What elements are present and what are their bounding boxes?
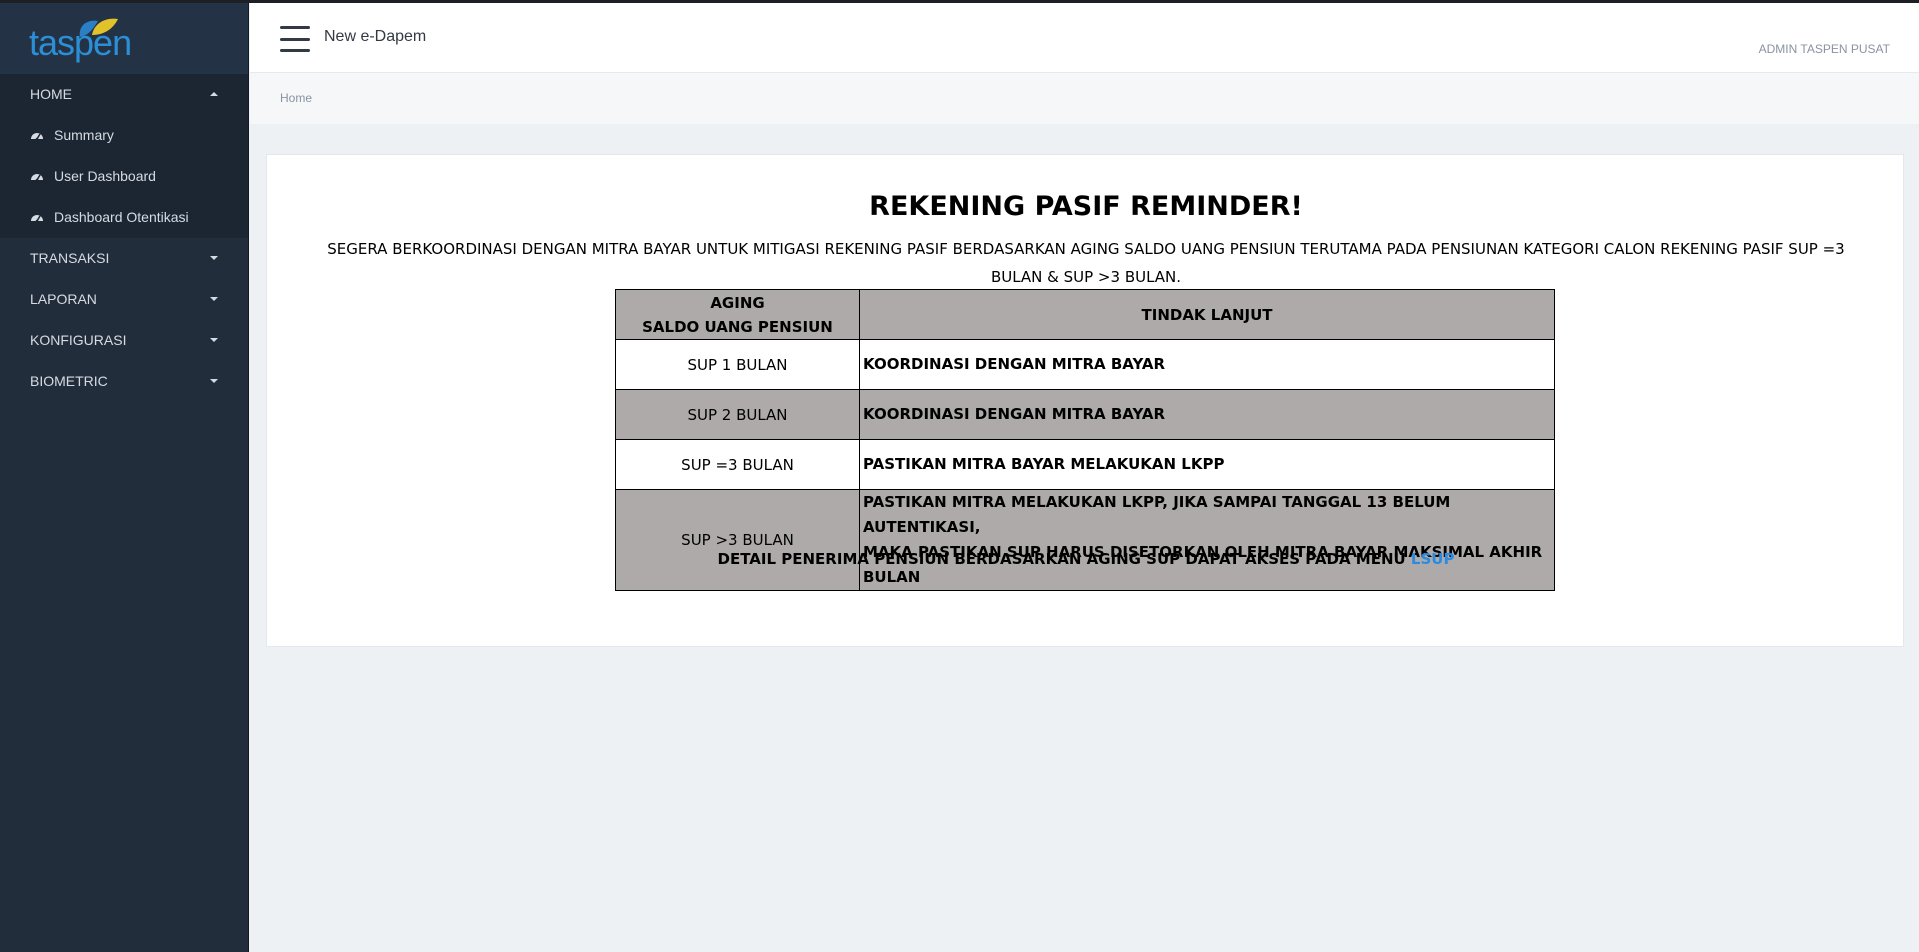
sidebar-item-label: BIOMETRIC bbox=[30, 373, 108, 389]
action-cell: KOORDINASI DENGAN MITRA BAYAR bbox=[859, 339, 1555, 390]
sidebar-item-konfigurasi[interactable]: KONFIGURASI bbox=[0, 320, 248, 361]
caret-up-icon bbox=[210, 92, 218, 96]
logo-text: taspen bbox=[29, 22, 132, 63]
caret-down-icon bbox=[210, 379, 218, 383]
hamburger-line bbox=[280, 49, 310, 52]
header-tindak-lanjut: TINDAK LANJUT bbox=[859, 289, 1555, 340]
table-header-row: AGING SALDO UANG PENSIUN TINDAK LANJUT bbox=[615, 289, 1555, 340]
breadcrumb-bar: Home bbox=[250, 73, 1919, 124]
hamburger-menu-icon[interactable] bbox=[280, 26, 310, 52]
table-row: SUP 1 BULAN KOORDINASI DENGAN MITRA BAYA… bbox=[615, 339, 1555, 390]
home-submenu: Summary User Dashboard Dashboard Otentik… bbox=[0, 115, 248, 238]
hamburger-line bbox=[280, 26, 310, 29]
sidebar: taspen HOME Summary User Dashboard Dashb… bbox=[0, 3, 249, 952]
caret-down-icon bbox=[210, 297, 218, 301]
aging-cell: SUP 2 BULAN bbox=[615, 389, 860, 440]
sidebar-item-label: User Dashboard bbox=[54, 168, 156, 184]
aging-cell: SUP >3 BULAN bbox=[615, 489, 860, 591]
aging-table: AGING SALDO UANG PENSIUN TINDAK LANJUT S… bbox=[615, 289, 1555, 591]
footer-text: DETAIL PENERIMA PENSIUN BERDASARKAN AGIN… bbox=[717, 550, 1411, 568]
logo-area[interactable]: taspen bbox=[0, 3, 248, 74]
sidebar-item-dashboard-otentikasi[interactable]: Dashboard Otentikasi bbox=[0, 197, 248, 238]
header-aging-line1: AGING bbox=[710, 293, 765, 312]
reminder-card: REKENING PASIF REMINDER! SEGERA BERKOORD… bbox=[266, 154, 1904, 647]
sidebar-item-laporan[interactable]: LAPORAN bbox=[0, 279, 248, 320]
sidebar-item-label: Dashboard Otentikasi bbox=[54, 209, 189, 225]
action-cell: PASTIKAN MITRA MELAKUKAN LKPP, JIKA SAMP… bbox=[859, 489, 1555, 591]
sidebar-item-label: HOME bbox=[30, 86, 72, 102]
caret-down-icon bbox=[210, 338, 218, 342]
footer-note: DETAIL PENERIMA PENSIUN BERDASARKAN AGIN… bbox=[267, 550, 1905, 568]
header-aging: AGING SALDO UANG PENSIUN bbox=[615, 289, 860, 340]
sidebar-item-transaksi[interactable]: TRANSAKSI bbox=[0, 238, 248, 279]
sidebar-item-label: TRANSAKSI bbox=[30, 250, 110, 266]
dashboard-icon bbox=[30, 170, 44, 184]
action-line: PASTIKAN MITRA MELAKUKAN LKPP, JIKA SAMP… bbox=[863, 493, 1451, 536]
top-header: New e-Dapem ADMIN TASPEN PUSAT bbox=[250, 3, 1919, 73]
action-cell: PASTIKAN MITRA BAYAR MELAKUKAN LKPP bbox=[859, 439, 1555, 490]
breadcrumb-home[interactable]: Home bbox=[280, 91, 312, 105]
hamburger-line bbox=[280, 37, 310, 41]
table-row: SUP 2 BULAN KOORDINASI DENGAN MITRA BAYA… bbox=[615, 389, 1555, 440]
user-menu[interactable]: ADMIN TASPEN PUSAT bbox=[1759, 42, 1890, 56]
app-title: New e-Dapem bbox=[324, 28, 427, 45]
sidebar-item-biometric[interactable]: BIOMETRIC bbox=[0, 361, 248, 402]
action-cell: KOORDINASI DENGAN MITRA BAYAR bbox=[859, 389, 1555, 440]
sidebar-item-label: LAPORAN bbox=[30, 291, 97, 307]
sidebar-menu: HOME Summary User Dashboard Dashboard Ot… bbox=[0, 74, 248, 402]
dashboard-icon bbox=[30, 129, 44, 143]
sidebar-item-summary[interactable]: Summary bbox=[0, 115, 248, 156]
header-aging-line2: SALDO UANG PENSIUN bbox=[642, 317, 833, 336]
sidebar-item-label: Summary bbox=[54, 127, 114, 143]
table-row: SUP =3 BULAN PASTIKAN MITRA BAYAR MELAKU… bbox=[615, 439, 1555, 490]
table-row: SUP >3 BULAN PASTIKAN MITRA MELAKUKAN LK… bbox=[615, 489, 1555, 591]
reminder-title: REKENING PASIF REMINDER! bbox=[869, 191, 1303, 222]
sidebar-item-user-dashboard[interactable]: User Dashboard bbox=[0, 156, 248, 197]
reminder-text: SEGERA BERKOORDINASI DENGAN MITRA BAYAR … bbox=[327, 240, 1845, 286]
aging-cell: SUP 1 BULAN bbox=[615, 339, 860, 390]
dashboard-icon bbox=[30, 211, 44, 225]
aging-cell: SUP =3 BULAN bbox=[615, 439, 860, 490]
lsup-link[interactable]: LSUP bbox=[1411, 550, 1455, 568]
sidebar-item-home[interactable]: HOME bbox=[0, 74, 248, 115]
caret-down-icon bbox=[210, 256, 218, 260]
sidebar-item-label: KONFIGURASI bbox=[30, 332, 127, 348]
